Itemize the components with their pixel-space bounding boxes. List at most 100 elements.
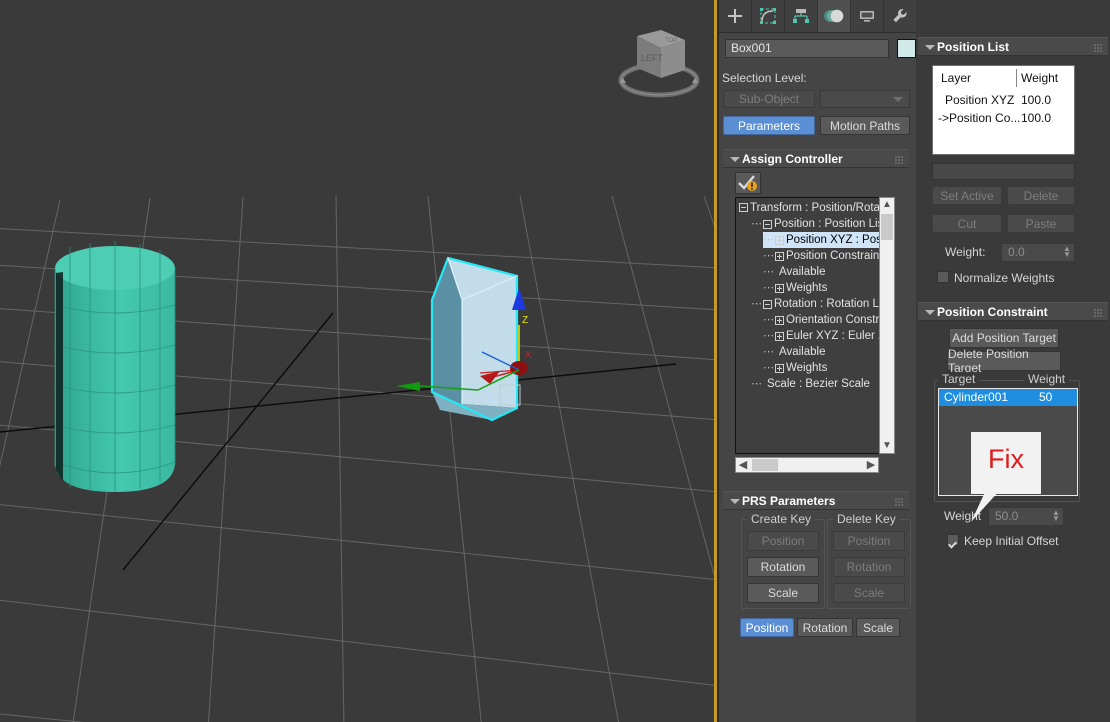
scroll-up-arrow[interactable]: ▲ [880,198,894,212]
plus-icon [728,9,742,23]
svg-text:X: X [525,350,532,361]
keep-initial-offset-label: Keep Initial Offset [964,534,1059,548]
scroll-thumb-vertical[interactable] [881,214,893,240]
sub-object-button[interactable]: Sub-Object [723,90,815,108]
position-list-col-weight: Weight [1021,71,1059,85]
tree-vertical-scrollbar[interactable]: ▲ ▼ [879,197,895,454]
viewport-grid: Z X [0,195,714,722]
scroll-right-arrow[interactable]: ▶ [864,458,878,472]
controller-tree-item-label: Available [779,346,826,359]
sub-object-dropdown[interactable] [820,90,910,108]
assign-controller-button[interactable] [735,172,761,194]
assign-controller-rollout-header[interactable]: Assign Controller [723,149,909,168]
svg-text:Z: Z [522,315,528,326]
motion-paths-button[interactable]: Motion Paths [820,116,910,135]
position-list-row-1-weight: 100.0 [1021,111,1052,125]
controller-tree-item-label: Position : Position List [774,218,887,231]
collapse-triangle-icon [730,499,740,504]
grip-dots-icon [895,156,903,164]
prs-mode-position-button[interactable]: Position [740,618,794,637]
add-position-target-button[interactable]: Add Position Target [949,328,1059,348]
chevron-down-icon [893,97,903,102]
viewcube-left-label: LEFT [641,53,664,63]
scroll-left-arrow[interactable]: ◀ [736,458,750,472]
tab-utilities[interactable] [884,0,916,32]
prs-parameters-title: PRS Parameters [742,494,836,508]
command-panel-tabs [719,0,916,33]
controller-tree-item[interactable]: ⋯ Euler XYZ : Euler XYZ [763,328,894,344]
spinner-arrows-icon[interactable]: ▲ ▼ [1052,509,1060,523]
parameters-button[interactable]: Parameters [723,116,815,135]
spinner-arrows-icon[interactable]: ▲ ▼ [1063,245,1071,259]
tree-horizontal-scrollbar[interactable]: ◀ ▶ [735,457,879,473]
position-list-row-1-layer[interactable]: ->Position Co... [938,110,1020,127]
target-row-name: Cylinder001 [944,390,1009,404]
controller-tree-item-label: Rotation : Rotation List [774,298,891,311]
controller-tree-item[interactable]: Transform : Position/Rotation/Scale [739,200,894,216]
prs-mode-rotation-button[interactable]: Rotation [797,618,853,637]
controller-tree[interactable]: Transform : Position/Rotation/Scale ⋯Posi… [735,197,895,454]
controller-tree-item[interactable]: ⋯Position XYZ : Position XYZ [763,232,894,248]
create-key-position-button[interactable]: Position [747,531,819,551]
prs-mode-scale-button[interactable]: Scale [856,618,900,637]
normalize-weights-checkbox[interactable] [937,271,949,283]
controller-tree-item[interactable]: ⋯ Weights [763,280,827,296]
motion-circles-icon [824,9,844,23]
box-object [430,256,521,422]
delete-layer-button[interactable]: Delete [1007,186,1075,205]
object-name-field[interactable]: Box001 [725,39,889,58]
scroll-down-arrow[interactable]: ▼ [880,439,894,453]
controller-tree-item[interactable]: ⋯ Position : Position List [751,216,887,232]
controller-tree-item[interactable]: ⋯ Rotation : Rotation List [751,296,890,312]
tab-motion[interactable] [818,0,851,32]
command-panel-left-column: Box001 Selection Level: Sub-Object Param… [719,0,916,722]
modify-curve-icon [760,8,776,24]
collapse-triangle-icon [925,45,935,50]
create-key-scale-button[interactable]: Scale [747,583,819,603]
delete-key-scale-button[interactable]: Scale [833,583,905,603]
tab-display[interactable] [851,0,884,32]
prs-parameters-rollout-header[interactable]: PRS Parameters [723,491,909,510]
position-list-rollout-header[interactable]: Position List [918,37,1108,56]
delete-key-label: Delete Key [833,512,900,526]
keep-initial-offset-checkbox[interactable] [947,534,959,546]
command-panel-right-column: Position List Layer Weight Position XYZ … [916,0,1110,722]
position-list-listbox[interactable]: Layer Weight Position XYZ 100.0 ->Positi… [932,65,1075,155]
viewcube-top-label: TOP [665,38,677,44]
position-list-name-field[interactable] [932,163,1075,180]
delete-key-rotation-button[interactable]: Rotation [833,557,905,577]
scroll-thumb-horizontal[interactable] [752,459,778,471]
controller-tree-item[interactable]: ⋯ Available [763,344,825,360]
controller-tree-item[interactable]: ⋯ Position Constraint [763,248,883,264]
delete-position-target-button[interactable]: Delete Position Target [947,347,1061,375]
fix-callout-tail [971,490,1000,522]
cut-button[interactable]: Cut [932,214,1002,233]
object-color-swatch[interactable] [897,39,916,58]
create-key-rotation-button[interactable]: Rotation [747,557,819,577]
3dsmax-window: Z X LEFT TOP Box001 Selection Level: Sub… [0,0,1110,722]
viewcube[interactable]: LEFT TOP [617,22,701,100]
collapse-triangle-icon [925,310,935,315]
position-list-row-0-layer[interactable]: Position XYZ [945,92,1014,109]
position-list-weight-spinner[interactable]: 0.0 ▲ ▼ [1001,243,1075,262]
tab-create[interactable] [719,0,752,32]
set-active-button[interactable]: Set Active [932,186,1002,205]
create-key-label: Create Key [747,512,816,526]
controller-tree-item[interactable]: ⋯ Scale : Bezier Scale [751,376,870,392]
tab-modify[interactable] [752,0,785,32]
target-row-selected[interactable]: Cylinder001 50 [939,389,1077,406]
fix-callout: Fix [971,432,1041,494]
controller-tree-item-label: Weights [786,362,828,375]
position-list-col-layer: Layer [941,71,972,85]
delete-key-position-button[interactable]: Position [833,531,905,551]
viewport[interactable]: Z X LEFT TOP [0,0,714,722]
controller-tree-item[interactable]: ⋯ Weights [763,360,827,376]
paste-button[interactable]: Paste [1007,214,1075,233]
command-panel: Box001 Selection Level: Sub-Object Param… [719,0,1110,722]
controller-tree-item[interactable]: ⋯ Available [763,264,825,280]
tab-hierarchy[interactable] [785,0,818,32]
position-constraint-rollout-header[interactable]: Position Constraint [918,302,1108,321]
controller-tree-item[interactable]: ⋯ Orientation Constraint [763,312,894,328]
assign-controller-title: Assign Controller [742,152,843,166]
fix-callout-label: Fix [988,444,1024,474]
